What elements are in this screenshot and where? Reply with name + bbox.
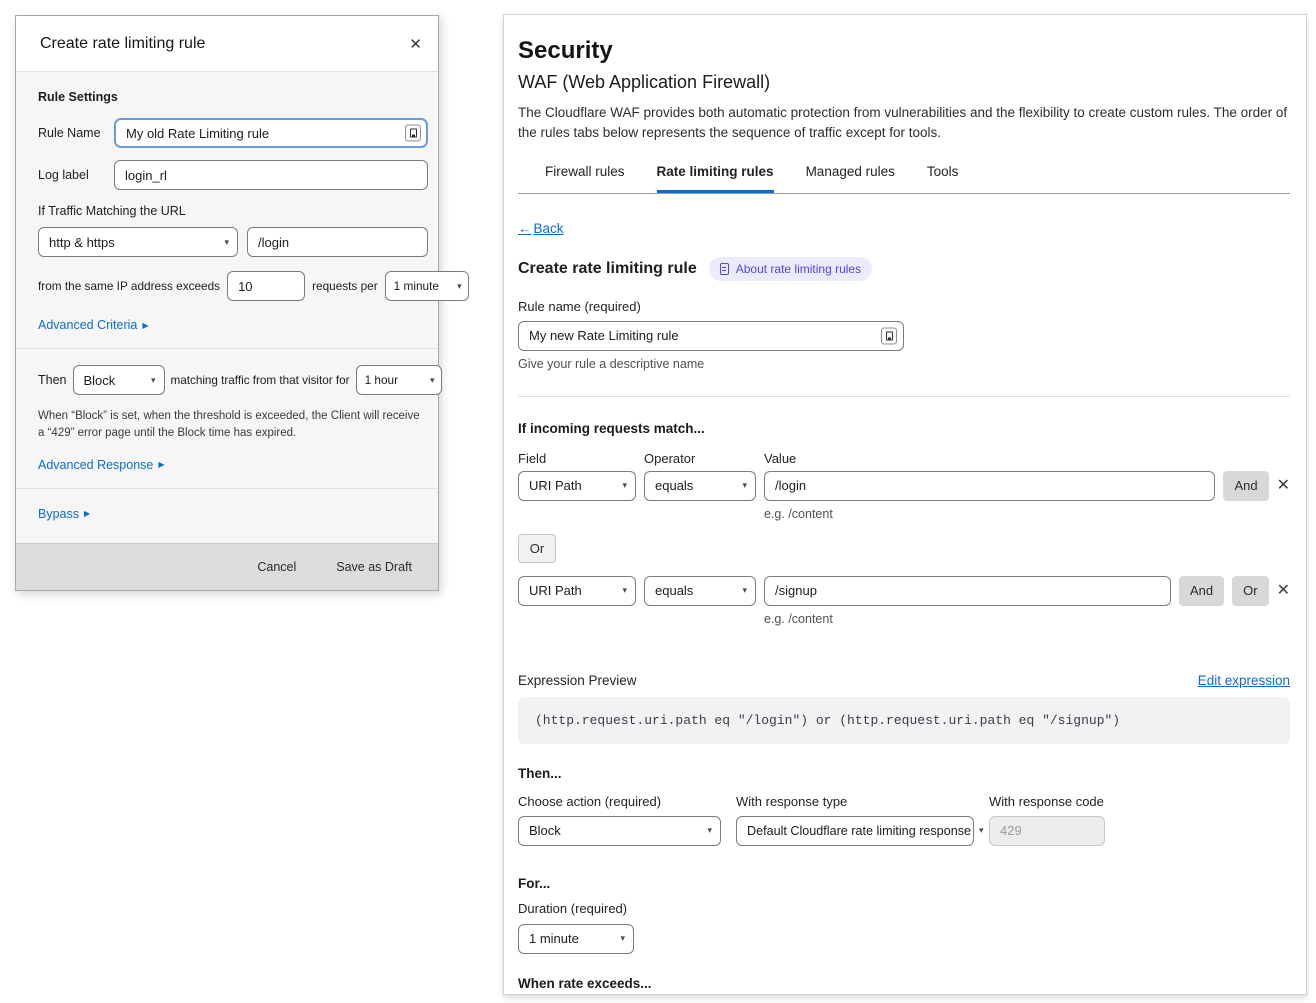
expression-preview-code: (http.request.uri.path eq "/login") or (… — [518, 697, 1290, 744]
tab-firewall-rules[interactable]: Firewall rules — [545, 160, 625, 193]
chevron-down-icon: ▾ — [742, 480, 747, 491]
rule-settings-heading: Rule Settings — [38, 90, 428, 104]
rule-name-label: Rule name (required) — [518, 299, 1290, 314]
rate-section-heading: When rate exceeds... — [518, 976, 1290, 991]
response-type-select[interactable]: Default Cloudflare rate limiting respons… — [736, 816, 974, 846]
save-as-draft-button[interactable]: Save as Draft — [336, 560, 412, 574]
log-label-input[interactable] — [114, 160, 428, 190]
duration-label: Duration (required) — [518, 901, 1290, 916]
operator-select[interactable]: equals ▾ — [644, 576, 756, 606]
back-link[interactable]: ← Back — [518, 221, 564, 236]
page-title: Security — [518, 37, 1290, 65]
create-rule-heading: Create rate limiting rule — [518, 260, 697, 278]
tab-managed-rules[interactable]: Managed rules — [806, 160, 895, 193]
chevron-down-icon: ▾ — [622, 480, 627, 491]
cancel-button[interactable]: Cancel — [257, 560, 296, 574]
or-button[interactable]: Or — [518, 534, 556, 563]
divider — [16, 488, 438, 489]
chevron-down-icon: ▾ — [979, 825, 984, 836]
page-subtitle: WAF (Web Application Firewall) — [518, 72, 1290, 93]
chevron-down-icon: ▾ — [224, 237, 229, 248]
remove-condition-icon[interactable]: ✕ — [1277, 583, 1290, 599]
expression-preview-label: Expression Preview — [518, 673, 637, 688]
match-section-heading: If incoming requests match... — [518, 421, 1290, 436]
chevron-down-icon: ▾ — [707, 825, 712, 836]
choose-action-label: Choose action (required) — [518, 794, 721, 809]
caret-right-icon: ▶ — [84, 509, 90, 518]
requests-count-input[interactable] — [227, 271, 305, 301]
rule-name-label: Rule Name — [38, 126, 114, 140]
for-section-heading: For... — [518, 876, 1290, 891]
dialog-title: Create rate limiting rule — [40, 35, 205, 53]
autofill-icon[interactable] — [881, 327, 897, 344]
period-select[interactable]: 1 minute ▾ — [385, 271, 469, 301]
value-input[interactable] — [764, 576, 1171, 606]
bypass-link[interactable]: Bypass ▶ — [38, 507, 90, 521]
field-column-label: Field — [518, 451, 644, 466]
then-label: Then — [38, 373, 67, 387]
match-row: URI Path ▾ equals ▾ And Or ✕ — [518, 576, 1290, 606]
edit-expression-link[interactable]: Edit expression — [1198, 673, 1290, 688]
url-pattern-input[interactable] — [247, 227, 428, 257]
choose-action-select[interactable]: Block ▾ — [518, 816, 721, 846]
response-type-label: With response type — [736, 794, 974, 809]
block-duration-select[interactable]: 1 hour ▾ — [356, 365, 442, 395]
rule-name-helper: Give your rule a descriptive name — [518, 357, 1290, 371]
scheme-select[interactable]: http & https ▾ — [38, 227, 238, 257]
value-hint: e.g. /content — [764, 612, 1290, 626]
then-section-heading: Then... — [518, 766, 1290, 781]
traffic-matching-label: If Traffic Matching the URL — [38, 204, 428, 218]
chevron-down-icon: ▾ — [622, 585, 627, 596]
dialog-footer: Cancel Save as Draft — [16, 543, 438, 590]
action-select[interactable]: Block ▾ — [73, 365, 165, 395]
divider — [16, 348, 438, 349]
chevron-down-icon: ▾ — [430, 375, 435, 386]
then-middle-text: matching traffic from that visitor for — [171, 374, 350, 387]
tabs-bar: Firewall rules Rate limiting rules Manag… — [518, 160, 1290, 194]
or-button[interactable]: Or — [1232, 576, 1268, 606]
autofill-icon[interactable] — [405, 125, 421, 142]
threshold-prefix-text: from the same IP address exceeds — [38, 279, 220, 293]
advanced-response-link[interactable]: Advanced Response ▶ — [38, 458, 165, 472]
chevron-down-icon: ▾ — [620, 933, 625, 944]
threshold-suffix-text: requests per — [312, 279, 378, 293]
operator-select[interactable]: equals ▾ — [644, 471, 756, 501]
duration-select[interactable]: 1 minute ▾ — [518, 924, 634, 954]
response-code-label: With response code — [989, 794, 1105, 809]
dialog-header: Create rate limiting rule ✕ — [16, 16, 438, 72]
tab-rate-limiting-rules[interactable]: Rate limiting rules — [657, 160, 774, 193]
log-label-label: Log label — [38, 168, 114, 182]
rule-name-input[interactable] — [518, 321, 904, 351]
field-select[interactable]: URI Path ▾ — [518, 471, 636, 501]
divider — [518, 396, 1290, 397]
value-column-label: Value — [764, 451, 796, 466]
about-rate-limiting-rules-badge[interactable]: About rate limiting rules — [709, 257, 872, 281]
caret-right-icon: ▶ — [158, 460, 164, 469]
chevron-down-icon: ▾ — [742, 585, 747, 596]
value-input[interactable] — [764, 471, 1215, 501]
arrow-left-icon: ← — [518, 221, 532, 236]
close-icon[interactable]: ✕ — [409, 35, 422, 53]
remove-condition-icon[interactable]: ✕ — [1277, 478, 1290, 494]
field-select[interactable]: URI Path ▾ — [518, 576, 636, 606]
value-hint: e.g. /content — [764, 507, 1290, 521]
caret-right-icon: ▶ — [142, 321, 148, 330]
rule-name-input[interactable] — [114, 118, 428, 148]
tab-tools[interactable]: Tools — [927, 160, 959, 193]
block-note-text: When “Block” is set, when the threshold … — [38, 408, 428, 443]
and-button[interactable]: And — [1179, 576, 1224, 606]
chevron-down-icon: ▾ — [151, 375, 156, 386]
security-waf-panel: Security WAF (Web Application Firewall) … — [503, 14, 1307, 995]
page-description: The Cloudflare WAF provides both automat… — [518, 103, 1290, 144]
operator-column-label: Operator — [644, 451, 764, 466]
and-button[interactable]: And — [1223, 471, 1268, 501]
chevron-down-icon: ▾ — [457, 281, 462, 292]
dialog-body: Rule Settings Rule Name Log label If Tra… — [16, 72, 438, 525]
match-row: URI Path ▾ equals ▾ And ✕ — [518, 471, 1290, 501]
doc-icon — [720, 263, 729, 275]
create-rate-limiting-rule-dialog: Create rate limiting rule ✕ Rule Setting… — [15, 15, 439, 591]
advanced-criteria-link[interactable]: Advanced Criteria ▶ — [38, 318, 149, 332]
response-code-input — [989, 816, 1105, 846]
